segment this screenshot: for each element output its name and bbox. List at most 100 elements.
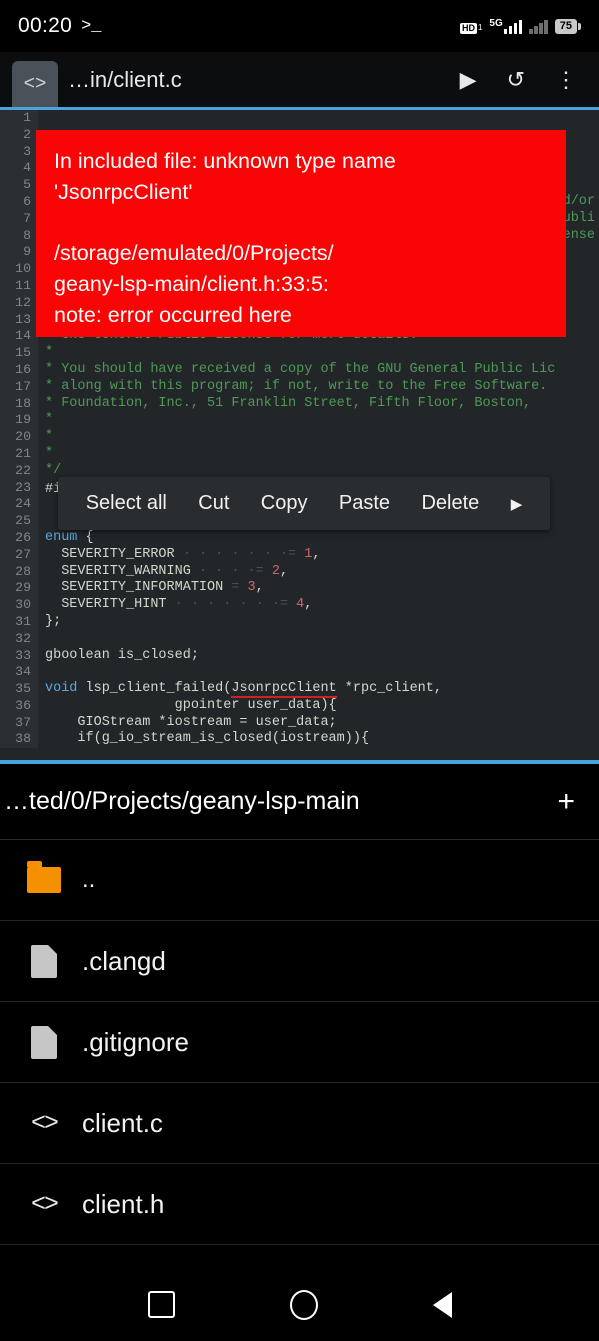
editor-bottom-divider <box>0 760 599 764</box>
code-line-severity-hint: 30 SEVERITY_HINT · · · · · · ·= 4, <box>0 597 599 614</box>
overflow-menu-button[interactable]: ⋮ <box>545 68 587 90</box>
hd-label: HD <box>459 22 477 34</box>
line-number: 19 <box>0 412 38 430</box>
run-button[interactable]: ▶ <box>450 67 487 93</box>
code-line: 18 * Foundation, Inc., 51 Franklin Street… <box>0 395 599 413</box>
code-line: 19 * <box>0 412 599 430</box>
current-path-label[interactable]: …ted/0/Projects/geany-lsp-main <box>4 787 549 816</box>
line-content: SEVERITY_WARNING · · · ·= 2, <box>38 564 599 581</box>
line-number: 11 <box>0 277 38 295</box>
line-number: 7 <box>0 210 38 228</box>
signal-bars <box>503 19 523 34</box>
file-browser-row-client-c[interactable]: <> client.c <box>0 1083 599 1164</box>
line-content: * <box>45 429 54 445</box>
file-browser-row-gitignore[interactable]: .gitignore <box>0 1002 599 1083</box>
file-browser-row-parent[interactable]: .. <box>0 840 599 921</box>
file-browser-header: …ted/0/Projects/geany-lsp-main + <box>0 764 599 840</box>
enum-spacer: · · · · · · ·= <box>174 546 305 562</box>
error-path-line-1: /storage/emulated/0/Projects/ <box>54 241 334 265</box>
error-spacer <box>54 208 566 238</box>
line-number: 38 <box>0 731 38 749</box>
line-content <box>38 631 599 648</box>
code-file-icon: <> <box>16 1190 72 1219</box>
comma-token: , <box>279 563 289 579</box>
editor-file-title: …in/client.c <box>68 66 182 92</box>
line-content: * You should have received a copy of the… <box>45 361 556 377</box>
line-number: 22 <box>0 462 38 480</box>
line-number: 20 <box>0 429 38 446</box>
line-number: 12 <box>0 294 38 312</box>
context-menu-paste[interactable]: Paste <box>339 492 390 515</box>
battery-percent-label: 75 <box>554 18 577 34</box>
code-glyph: <> <box>30 1108 59 1138</box>
line-number: 6 <box>0 193 38 211</box>
code-line: 17 * along with this program; if not, wri… <box>0 378 599 396</box>
line-content: * <box>45 345 54 361</box>
context-menu-cut[interactable]: Cut <box>198 492 229 515</box>
keyword-token: void <box>45 681 78 697</box>
line-number: 15 <box>0 345 38 362</box>
context-menu-select-all[interactable]: Select all <box>86 492 167 515</box>
file-browser-row-clangd[interactable]: .clangd <box>0 921 599 1002</box>
line-number: 14 <box>0 328 38 346</box>
context-menu-delete[interactable]: Delete <box>421 492 479 515</box>
editor-tab-client-c[interactable]: <> <box>12 61 58 107</box>
line-content: SEVERITY_ERROR · · · · · · ·= 1, <box>38 547 599 564</box>
line-number: 10 <box>0 261 38 278</box>
line-number: 32 <box>0 630 38 648</box>
enum-name: SEVERITY_ERROR <box>45 546 175 562</box>
unknown-type-token: JsonrpcClient <box>231 681 337 698</box>
code-line: 31}; <box>0 613 599 631</box>
function-name-token: lsp_client_failed( <box>77 681 232 697</box>
terminal-icon: >_ <box>81 16 102 36</box>
code-line: 20 * <box>0 429 599 446</box>
comma-token: , <box>312 546 321 562</box>
line-content: * along with this program; if not, write… <box>45 378 548 394</box>
code-file-icon: <> <box>16 1109 72 1138</box>
line-content: * Foundation, Inc., 51 Franklin Street, … <box>45 395 532 411</box>
lsp-error-tooltip[interactable]: In included file: unknown type name 'Jso… <box>36 130 566 337</box>
error-note-line: note: error occurred here <box>54 303 292 327</box>
home-button-icon[interactable] <box>289 1289 318 1320</box>
line-number: 17 <box>0 378 38 396</box>
back-button-icon[interactable] <box>432 1291 452 1318</box>
code-line: 34 <box>0 664 599 682</box>
text-context-menu[interactable]: Select all Cut Copy Paste Delete ▶ <box>58 477 550 530</box>
file-name-label: .clangd <box>82 945 166 976</box>
code-text-area[interactable]: 1 2 3 4 5 6d/or 7ubli 8ense 9 10 11* Thi… <box>0 107 599 764</box>
error-message-line-1: In included file: unknown type name <box>54 149 396 173</box>
line-number: 35 <box>0 681 38 698</box>
hd-voice-icon: HD 1 <box>459 22 482 34</box>
status-bar: 00:20 >_ HD 1 5G 75 <box>0 0 599 52</box>
line-number: 27 <box>0 546 38 564</box>
file-icon <box>16 1025 72 1059</box>
enum-spacer: · · · · · · ·= <box>166 597 297 613</box>
line-number: 24 <box>0 496 38 514</box>
status-bar-left: 00:20 >_ <box>18 14 101 38</box>
enum-name: SEVERITY_HINT <box>45 597 167 613</box>
line-number: 25 <box>0 513 38 530</box>
line-number: 31 <box>0 613 38 631</box>
undo-button[interactable]: ↺ <box>497 67 535 93</box>
code-line: 33 gboolean is_closed; <box>0 647 599 665</box>
line-content: void lsp_client_failed(JsonrpcClient *rp… <box>38 681 599 698</box>
line-number: 4 <box>0 160 38 178</box>
params-token: *rpc_client, <box>336 681 442 697</box>
line-content: * <box>45 412 54 428</box>
enum-name: SEVERITY_WARNING <box>45 563 191 579</box>
file-browser-row-client-h[interactable]: <> client.h <box>0 1164 599 1245</box>
recents-button-icon[interactable] <box>147 1291 175 1318</box>
code-editor-window: <> …in/client.c ▶ ↺ ⋮ 1 2 3 4 5 6 d/or 7u… <box>0 52 599 764</box>
line-number: 26 <box>0 529 38 547</box>
comma-token: , <box>304 597 313 613</box>
context-menu-copy[interactable]: Copy <box>261 492 308 515</box>
add-file-button[interactable]: + <box>549 786 583 817</box>
status-bar-right: HD 1 5G 75 <box>459 18 581 34</box>
file-browser-panel: …ted/0/Projects/geany-lsp-main + .. .cla… <box>0 764 599 1268</box>
file-name-label: .. <box>82 866 96 893</box>
enum-name: SEVERITY_INFORMATION <box>45 580 224 596</box>
file-icon <box>16 944 72 978</box>
context-menu-more-icon[interactable]: ▶ <box>511 495 523 513</box>
line-number: 18 <box>0 395 38 413</box>
line-content <box>38 110 599 127</box>
